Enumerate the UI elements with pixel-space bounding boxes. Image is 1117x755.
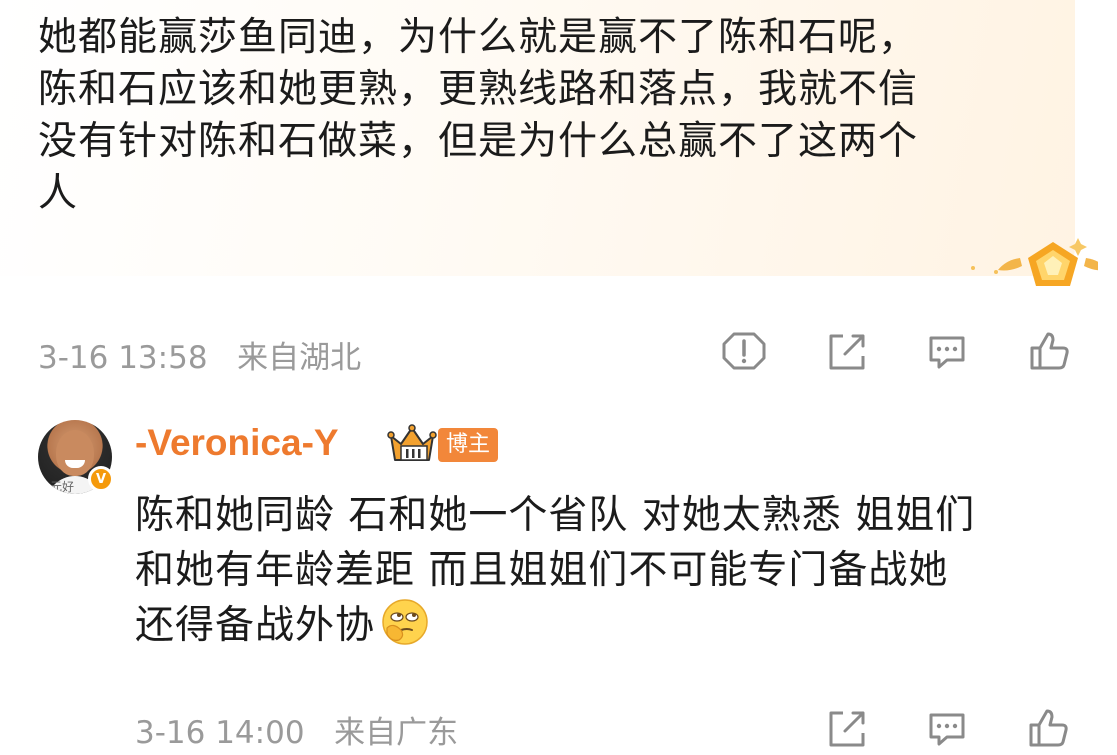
post-line: 陈和石应该和她更熟，更熟线路和落点，我就不信 xyxy=(38,67,919,112)
reply-timestamp: 3-16 14:00 xyxy=(135,715,305,751)
post-timestamp: 3-16 13:58 xyxy=(38,340,208,376)
comment-icon[interactable] xyxy=(923,705,971,751)
reply-line: 陈和她同龄 石和她一个省队 对她太熟悉 姐姐们 xyxy=(135,493,976,538)
comment-icon[interactable] xyxy=(923,328,971,374)
crown-level-icon xyxy=(387,422,437,466)
reply-line-text: 还得备战外协 xyxy=(135,603,376,648)
reply-location: 来自广东 xyxy=(334,715,459,751)
reply-meta: 3-16 14:00 来自广东 xyxy=(135,707,458,752)
thinking-eye-roll-emoji-icon xyxy=(381,598,429,646)
like-icon[interactable] xyxy=(1025,705,1073,751)
post-line: 没有针对陈和石做菜，但是为什么总赢不了这两个 xyxy=(38,119,919,164)
reply-meta-row: 3-16 14:00 来自广东 xyxy=(135,705,1080,753)
like-icon[interactable] xyxy=(1026,328,1074,374)
reply-username[interactable]: -Veronica-Y xyxy=(135,422,339,464)
fan-medal-icon xyxy=(958,228,1108,298)
post-text: 她都能赢莎鱼同迪，为什么就是赢不了陈和石呢， 陈和石应该和她更熟，更熟线路和落点… xyxy=(38,12,1038,220)
post-card: 她都能赢莎鱼同迪，为什么就是赢不了陈和石呢， 陈和石应该和她更熟，更熟线路和落点… xyxy=(0,0,1075,276)
post-meta: 3-16 13:58 来自湖北 xyxy=(38,332,361,377)
post-line: 人 xyxy=(38,171,79,216)
avatar-caption: 元好 xyxy=(50,480,75,494)
post-meta-row: 3-16 13:58 来自湖北 xyxy=(38,328,1078,376)
share-icon[interactable] xyxy=(823,705,871,751)
report-icon[interactable] xyxy=(720,328,768,374)
post-location: 来自湖北 xyxy=(237,340,362,376)
reply-text: 陈和她同龄 石和她一个省队 对她太熟悉 姐姐们 和她有年龄差距 而且姐姐们不可能… xyxy=(135,488,1085,653)
reply-line: 还得备战外协 xyxy=(135,598,1085,653)
post-line: 她都能赢莎鱼同迪，为什么就是赢不了陈和石呢， xyxy=(38,15,919,60)
reply-line: 和她有年龄差距 而且姐姐们不可能专门备战她 xyxy=(135,548,949,593)
verified-badge-icon: V xyxy=(88,466,114,492)
host-badge: 博主 xyxy=(438,428,499,462)
share-icon[interactable] xyxy=(823,328,871,374)
